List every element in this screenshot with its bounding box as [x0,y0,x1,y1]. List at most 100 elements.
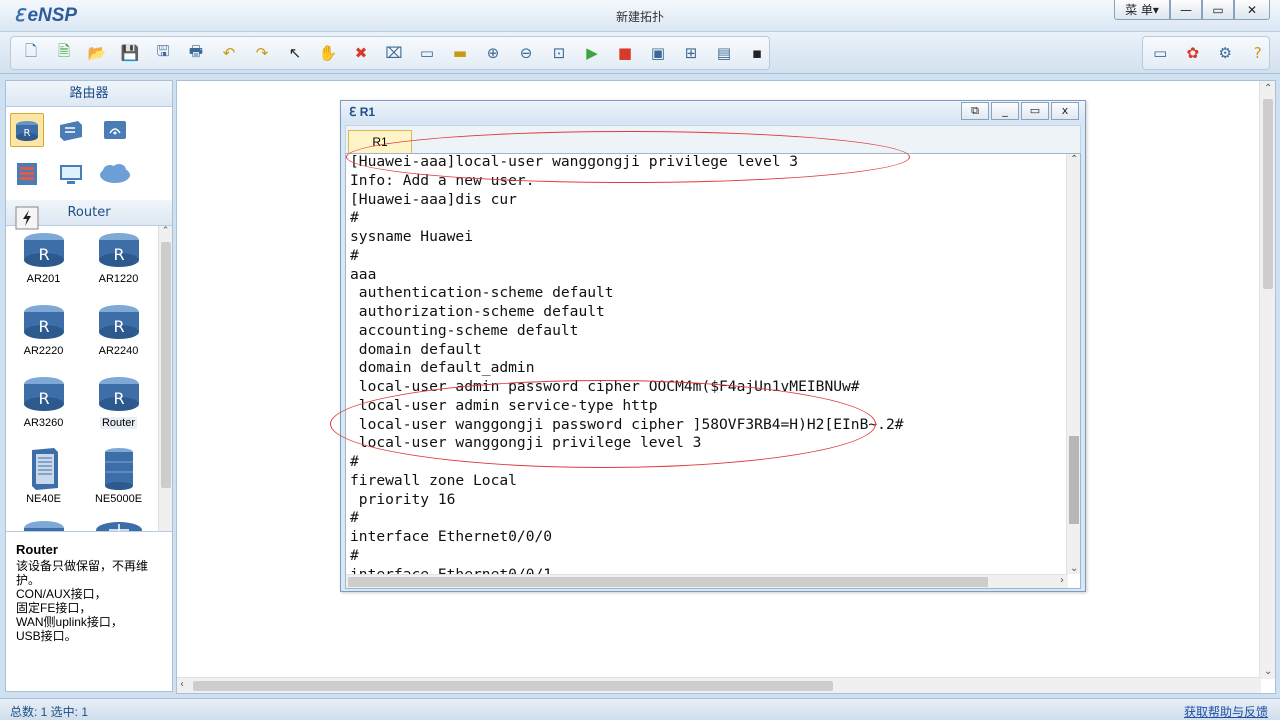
maximize-button[interactable]: ▭ [1202,0,1234,20]
cloud-category-icon[interactable] [98,157,132,191]
scroll-thumb[interactable] [193,681,833,691]
switch-category-icon[interactable] [54,113,88,147]
status-bar: 总数: 1 选中: 1 获取帮助与反馈 [0,698,1280,720]
canvas-vertical-scrollbar[interactable]: ⌃ ⌄ [1259,81,1275,679]
main-toolbar: 🗋 🗎 📂 💾 🖫 🖶 ↶ ↷ ↖ ✋ ✖ ⌧ ▭ ▬ ⊕ ⊖ ⊡ ▶ ■ ▣ … [0,32,1280,74]
device-ar2220[interactable]: R AR2220 [6,302,81,368]
svg-text:R: R [38,317,49,336]
terminal-icon[interactable]: ▪ [745,41,769,65]
device-more-2[interactable] [81,518,156,531]
print-icon[interactable]: 🖶 [184,41,208,65]
console-restore-button[interactable]: ⧉ [961,102,989,120]
scroll-thumb[interactable] [1263,99,1273,289]
stop-icon[interactable]: ■ [613,41,637,65]
terminal-line: local-user wanggongji privilege level 3 [350,434,702,452]
scroll-right-icon[interactable]: › [1060,575,1064,586]
huawei-icon[interactable]: ✿ [1182,41,1205,65]
terminal-line: # [350,209,359,227]
terminal-horizontal-scrollbar[interactable]: › [346,574,1068,588]
scroll-thumb[interactable] [1069,436,1079,524]
scroll-down-icon[interactable]: ⌄ [1264,666,1272,677]
delete-icon[interactable]: ✖ [349,41,373,65]
terminal-line: accounting-scheme default [350,321,579,339]
console-tab-strip: R1 [345,125,1081,154]
router-category-icon[interactable]: R [10,113,44,147]
save-as-icon[interactable]: 🖫 [151,41,175,65]
device-ne5000e[interactable]: NE5000E [81,446,156,512]
settings-gear-icon[interactable]: ⚙ [1214,41,1237,65]
rectangle-icon[interactable]: ▬ [448,41,472,65]
svg-text:R: R [113,245,124,264]
device-ar201[interactable]: R AR201 [6,230,81,296]
topology-icon[interactable]: ⊞ [679,41,703,65]
select-pointer-icon[interactable]: ↖ [283,41,307,65]
pane-icon[interactable]: ▤ [712,41,736,65]
console-title-bar[interactable]: ℇ R1 ⧉ _ ▭ x [341,101,1085,123]
minimize-button[interactable]: — [1170,0,1202,20]
console-close-button[interactable]: x [1051,102,1079,120]
device-ar3260[interactable]: R AR3260 [6,374,81,440]
console-title: ℇ R1 [349,105,375,119]
terminal-line: Info: Add a new user. [350,171,535,189]
menu-button[interactable]: 菜 单▾ [1114,0,1170,20]
terminal-line: aaa [350,265,377,283]
device-label: AR1220 [98,273,139,285]
scroll-left-icon[interactable]: ‹ [180,679,184,690]
close-button[interactable]: ✕ [1234,0,1270,20]
svg-text:R: R [38,389,49,408]
terminal-line: # [350,246,359,264]
help-icon[interactable]: ? [1247,41,1270,65]
firewall-category-icon[interactable] [10,157,44,191]
new-topology-icon[interactable]: 🗋 [19,41,43,65]
svg-text:R: R [113,317,124,336]
save-icon[interactable]: 💾 [118,41,142,65]
scroll-up-icon[interactable]: ⌃ [1264,83,1272,94]
pc-category-icon[interactable] [54,157,88,191]
device-label: AR201 [26,273,61,285]
scroll-up-icon[interactable]: ⌃ [159,226,172,240]
terminal-line: sysname Huawei [350,228,474,245]
pan-hand-icon[interactable]: ✋ [316,41,340,65]
terminal-line: local-user admin service-type http [350,396,658,414]
device-ar1220[interactable]: R AR1220 [81,230,156,296]
scroll-up-icon[interactable]: ⌃ [1070,154,1078,165]
scroll-down-icon[interactable]: ⌄ [1070,563,1078,574]
console-maximize-button[interactable]: ▭ [1021,102,1049,120]
scroll-thumb[interactable] [161,242,171,488]
console-minimize-button[interactable]: _ [991,102,1019,120]
canvas-horizontal-scrollbar[interactable]: ‹ [177,677,1261,693]
device-list-scrollbar[interactable]: ⌃ [158,226,172,531]
svg-text:R: R [38,245,49,264]
terminal-vertical-scrollbar[interactable]: ⌃ ⌄ [1066,154,1080,574]
device-ne40e[interactable]: NE40E [6,446,81,512]
fit-view-icon[interactable]: ⊡ [547,41,571,65]
terminal-output[interactable]: [Huawei-aaa]local-user wanggongji privil… [345,153,1081,589]
start-icon[interactable]: ▶ [580,41,604,65]
terminal-line: interface Ethernet0/0/0 [350,528,553,545]
delete-all-icon[interactable]: ⌧ [382,41,406,65]
undo-icon[interactable]: ↶ [217,41,241,65]
new-lab-icon[interactable]: 🗎 [52,41,76,65]
redo-icon[interactable]: ↷ [250,41,274,65]
zoom-out-icon[interactable]: ⊖ [514,41,538,65]
device-label: NE40E [26,493,61,505]
device-list: R AR201 R AR1220 R AR2220 R AR2240 R AR3… [6,226,172,532]
tab-r1[interactable]: R1 [348,130,412,154]
text-icon[interactable]: ▭ [415,41,439,65]
capture-icon[interactable]: ▣ [646,41,670,65]
device-label: AR2220 [23,345,64,357]
description-title: Router [16,542,58,557]
console-title-text: R1 [359,105,376,119]
device-more-1[interactable] [6,518,81,531]
device-ar2240[interactable]: R AR2240 [81,302,156,368]
router-small-icon: ℇ [349,105,357,119]
window-title: 新建拓扑 [615,10,664,24]
message-icon[interactable]: ▭ [1149,41,1172,65]
device-router[interactable]: R Router [81,374,156,440]
help-feedback-link[interactable]: 获取帮助与反馈 [1184,703,1268,720]
zoom-in-icon[interactable]: ⊕ [481,41,505,65]
title-bar: ℇeNSP 新建拓扑 菜 单▾ — ▭ ✕ [0,0,1280,32]
open-icon[interactable]: 📂 [85,41,109,65]
scroll-thumb[interactable] [348,577,988,587]
wireless-category-icon[interactable] [98,113,132,147]
